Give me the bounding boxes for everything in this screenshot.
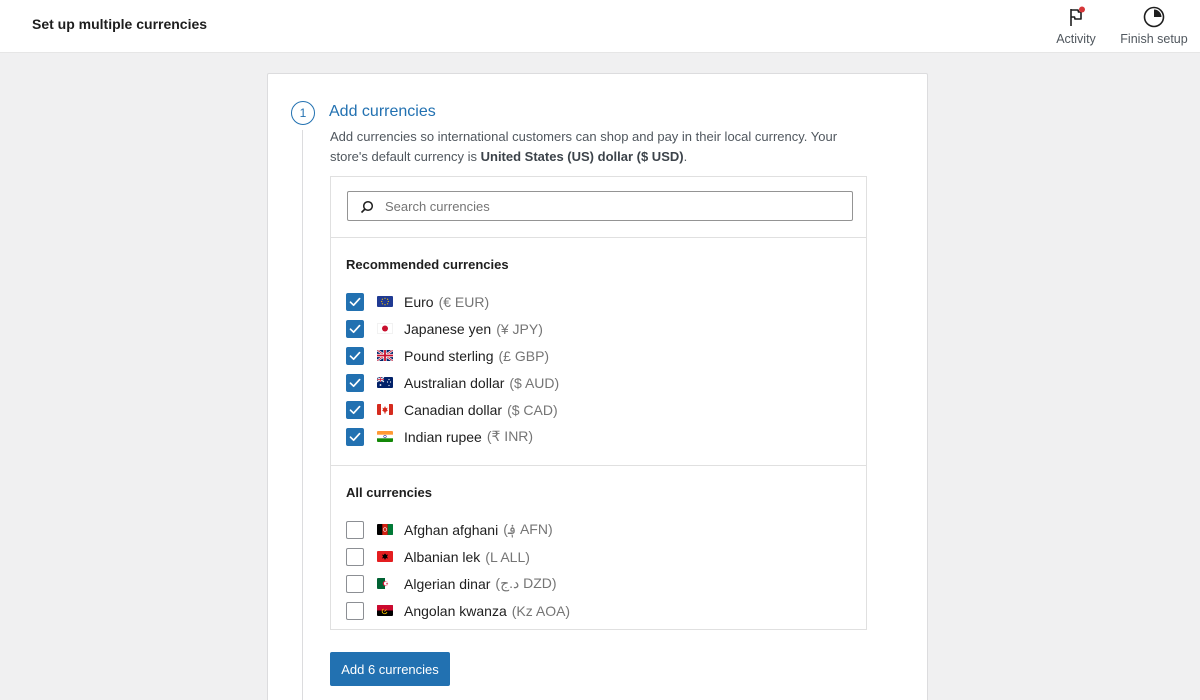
currency-name: Afghan afghani bbox=[404, 521, 499, 538]
currency-row[interactable]: Albanian lek (L ALL) bbox=[346, 543, 570, 570]
currency-name: Pound sterling bbox=[404, 347, 494, 364]
currency-code: ($ CAD) bbox=[507, 401, 558, 418]
flag-icon bbox=[1070, 6, 1085, 26]
step-number: 1 bbox=[291, 101, 315, 125]
all-currencies-title: All currencies bbox=[346, 485, 432, 500]
currency-name: Euro bbox=[404, 293, 434, 310]
activity-button[interactable]: Activity bbox=[1054, 5, 1098, 46]
currency-checkbox[interactable] bbox=[346, 601, 364, 620]
currency-code: (؋ AFN) bbox=[503, 521, 553, 537]
jp-flag-icon bbox=[377, 323, 393, 334]
currency-code: (د.ج DZD) bbox=[495, 575, 557, 591]
step-title: Add currencies bbox=[329, 103, 436, 120]
currency-checkbox[interactable] bbox=[346, 346, 364, 365]
top-header: Set up multiple currencies Activity Fini… bbox=[0, 0, 1200, 53]
currency-checkbox[interactable] bbox=[346, 574, 364, 593]
currency-name: Indian rupee bbox=[404, 428, 482, 445]
currency-row[interactable]: Canadian dollar ($ CAD) bbox=[346, 396, 559, 423]
currency-code: (¥ JPY) bbox=[496, 320, 543, 337]
currency-row[interactable]: Pound sterling (£ GBP) bbox=[346, 342, 559, 369]
currency-row[interactable]: Euro (€ EUR) bbox=[346, 288, 559, 315]
default-currency: United States (US) dollar ($ USD) bbox=[480, 148, 684, 164]
activity-label: Activity bbox=[1056, 32, 1096, 46]
currency-row[interactable]: Algerian dinar (د.ج DZD) bbox=[346, 570, 570, 597]
currency-code: (Kz AOA) bbox=[511, 602, 571, 619]
currency-code: (€ EUR) bbox=[438, 293, 490, 310]
recommended-title: Recommended currencies bbox=[346, 257, 509, 272]
gb-flag-icon bbox=[377, 350, 393, 361]
currency-panel: Recommended currencies Euro(€ EUR)Japane… bbox=[330, 176, 867, 630]
checkmark-icon bbox=[349, 297, 361, 306]
in-flag-icon bbox=[377, 431, 393, 442]
recommended-section: Recommended currencies Euro (€ EUR) Japane… bbox=[331, 238, 866, 466]
description-end: . bbox=[683, 148, 688, 164]
currency-name: Albanian lek bbox=[404, 548, 481, 565]
currency-name: Angolan kwanza bbox=[404, 602, 507, 619]
currency-row[interactable]: Japanese yen (¥ JPY) bbox=[346, 315, 559, 342]
currency-code: (£ GBP) bbox=[498, 347, 550, 364]
currency-checkbox[interactable] bbox=[346, 547, 364, 566]
finish-setup-button[interactable]: Finish setup bbox=[1118, 5, 1190, 46]
page-title: Set up multiple currencies bbox=[32, 16, 208, 32]
currency-checkbox[interactable] bbox=[346, 427, 364, 446]
currency-checkbox[interactable] bbox=[346, 373, 364, 392]
dz-flag-icon bbox=[377, 578, 393, 589]
search-box bbox=[347, 191, 853, 221]
au-flag-icon bbox=[377, 377, 393, 388]
currency-row[interactable]: Angolan kwanza (Kz AOA) bbox=[346, 597, 570, 624]
currency-checkbox[interactable] bbox=[346, 292, 364, 311]
checkmark-icon bbox=[349, 432, 361, 441]
recommended-list: Euro (€ EUR) Japanese yen (¥ JPY) Pound ster… bbox=[346, 288, 559, 450]
progress-circle-icon bbox=[1143, 6, 1165, 28]
all-currencies-section: All currencies Afghan afghani (؋ AFN) Alba… bbox=[331, 466, 866, 630]
step-description: Add currencies so international customer… bbox=[330, 127, 860, 166]
currency-checkbox[interactable] bbox=[346, 520, 364, 539]
currency-checkbox[interactable] bbox=[346, 400, 364, 419]
currency-code: (L ALL) bbox=[485, 548, 530, 565]
currency-row[interactable]: Australian dollar ($ AUD) bbox=[346, 369, 559, 396]
checkmark-icon bbox=[349, 351, 361, 360]
checkmark-icon bbox=[349, 378, 361, 387]
currency-name: Canadian dollar bbox=[404, 401, 503, 418]
finish-setup-label: Finish setup bbox=[1120, 32, 1188, 46]
checkmark-icon bbox=[349, 405, 361, 414]
af-flag-icon bbox=[377, 524, 393, 535]
currency-row[interactable]: Indian rupee (₹ INR) bbox=[346, 423, 559, 450]
all-currencies-list: Afghan afghani (؋ AFN) Albanian lek (L ALL)… bbox=[346, 516, 570, 624]
currency-checkbox[interactable] bbox=[346, 319, 364, 338]
currency-name: Algerian dinar bbox=[404, 575, 491, 592]
search-icon bbox=[360, 200, 374, 214]
currency-row[interactable]: Afghan afghani (؋ AFN) bbox=[346, 516, 570, 543]
search-input[interactable] bbox=[385, 192, 845, 220]
search-section bbox=[331, 177, 866, 238]
currency-code: ($ AUD) bbox=[509, 374, 560, 391]
ca-flag-icon bbox=[377, 404, 393, 415]
currency-code: (₹ INR) bbox=[486, 428, 534, 444]
currency-name: Australian dollar bbox=[404, 374, 505, 391]
setup-card: 1 Add currencies Add currencies so inter… bbox=[267, 73, 928, 700]
add-currencies-button[interactable]: Add 6 currencies bbox=[330, 652, 450, 686]
ao-flag-icon bbox=[377, 605, 393, 616]
checkmark-icon bbox=[349, 324, 361, 333]
currency-name: Japanese yen bbox=[404, 320, 492, 337]
step-connector bbox=[302, 130, 303, 700]
eu-flag-icon bbox=[377, 296, 393, 307]
al-flag-icon bbox=[377, 551, 393, 562]
